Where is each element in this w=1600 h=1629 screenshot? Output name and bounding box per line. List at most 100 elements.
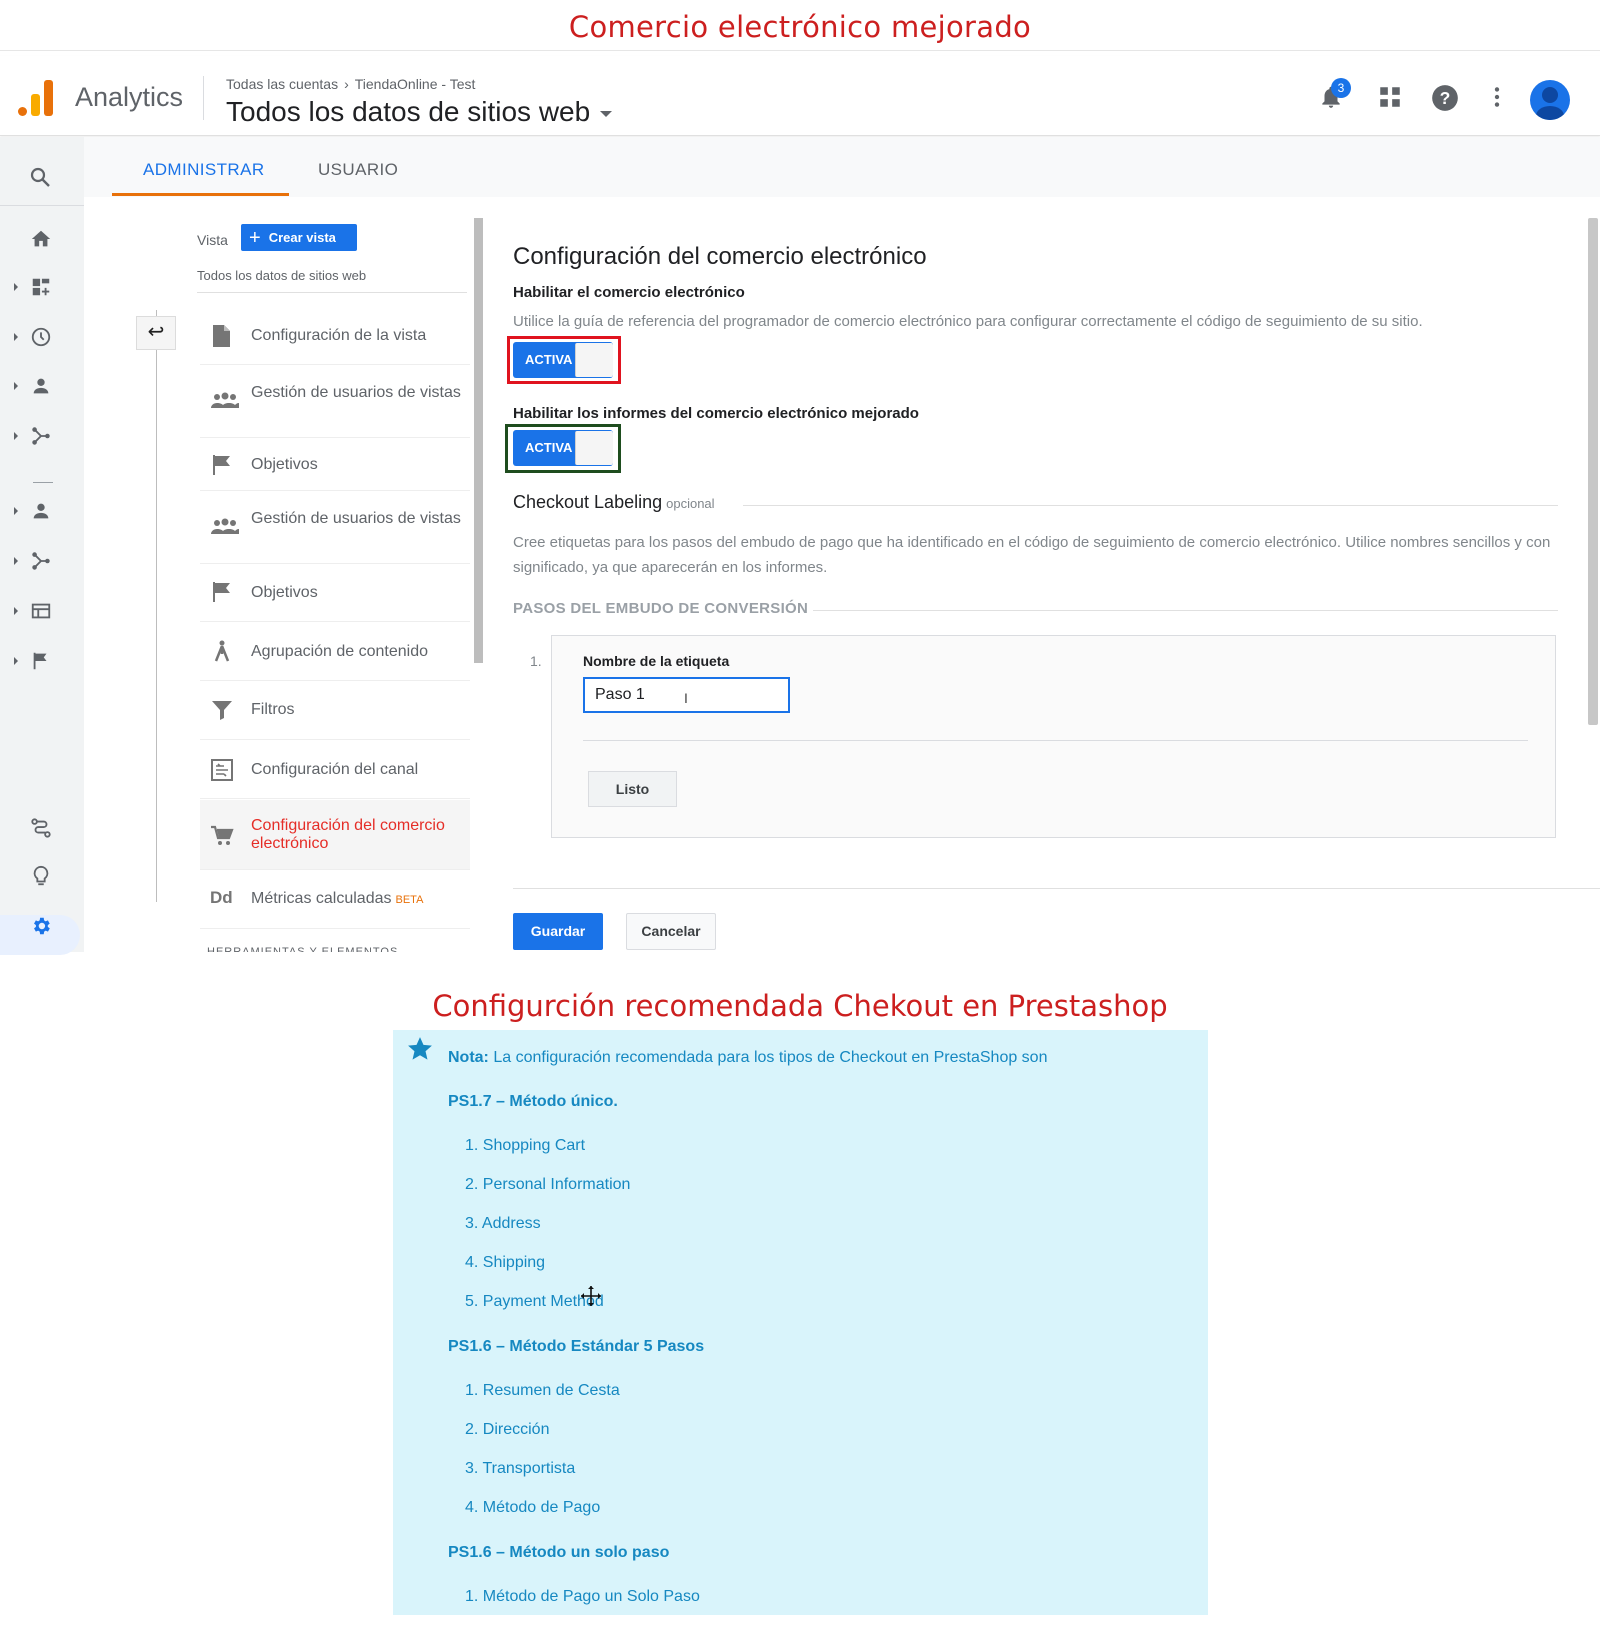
cart-icon [210, 824, 234, 848]
view-selector[interactable]: Todos los datos de sitios web [226, 96, 613, 128]
apps-grid-icon[interactable] [1377, 84, 1405, 112]
divider [197, 292, 467, 293]
list-item: 4. Shipping [465, 1254, 546, 1271]
section-tools-heading: HERRAMIENTAS Y ELEMENTOS [207, 946, 399, 952]
menu-item-goals[interactable]: Objetivos [200, 439, 470, 491]
nav-divider [0, 205, 84, 206]
text-cursor-icon: I [684, 690, 688, 706]
home-icon[interactable] [30, 228, 54, 252]
menu-item-view-settings[interactable]: Configuración de la vista [200, 307, 470, 365]
chevron-right-icon: › [344, 76, 349, 92]
menu-item-label: Métricas calculadas [251, 890, 392, 907]
menu-item-label-wrap: Métricas calculadas BETA [251, 890, 466, 909]
done-button[interactable]: Listo [588, 771, 677, 807]
expand-caret-icon[interactable] [14, 507, 18, 515]
customization-icon[interactable] [30, 276, 54, 300]
list-item: 3. Transportista [465, 1460, 576, 1477]
back-arrow-button[interactable]: ↩ [136, 316, 176, 350]
behavior-icon[interactable] [30, 600, 54, 624]
active-tab-indicator [112, 193, 289, 196]
section-title: PS1.6 – Método un solo paso [448, 1544, 670, 1561]
flag-icon [210, 453, 234, 477]
account-avatar[interactable] [1530, 80, 1570, 120]
svg-text:?: ? [1440, 88, 1451, 108]
menu-item-ecommerce-settings[interactable]: Configuración del comercio electrónico [200, 800, 470, 870]
discover-icon[interactable] [30, 865, 54, 889]
conversions-icon[interactable] [30, 650, 54, 674]
menu-item-content-grouping[interactable]: Agrupación de contenido [200, 623, 470, 681]
menu-item-label: Configuración del comercio electrónico [251, 817, 445, 852]
list-item: 3. Address [465, 1215, 541, 1232]
analytics-logo-icon [18, 80, 54, 116]
help-icon[interactable]: ? [1431, 84, 1459, 112]
analytics-header: Analytics Todas las cuentas › TiendaOnline… [0, 56, 1600, 136]
beta-badge: BETA [395, 894, 424, 906]
acquisition-icon[interactable] [30, 550, 54, 574]
expand-caret-icon[interactable] [14, 333, 18, 341]
users-icon [210, 390, 240, 414]
menu-item-goals[interactable]: Objetivos [200, 565, 470, 622]
menu-item-channel-settings[interactable]: Configuración del canal [200, 741, 470, 799]
view-name[interactable]: Todos los datos de sitios web [197, 268, 366, 283]
menu-item-label: Objetivos [251, 456, 318, 473]
view-column-scrollbar[interactable] [474, 218, 483, 663]
content-grouping-icon [210, 639, 234, 663]
notifications-icon[interactable]: 3 [1318, 78, 1351, 112]
list-item: 4. Método de Pago [465, 1499, 601, 1516]
realtime-icon[interactable] [30, 326, 54, 350]
audience-icon[interactable] [30, 500, 54, 524]
highlight-box-red [507, 336, 621, 384]
divider [513, 888, 1600, 889]
create-view-label: Crear vista [268, 230, 336, 245]
menu-item-filters[interactable]: Filtros [200, 682, 470, 740]
more-vert-icon[interactable] [1484, 84, 1512, 112]
section-title: PS1.6 – Método Estándar 5 Pasos [448, 1338, 705, 1355]
admin-gear-icon[interactable] [30, 915, 54, 939]
heading-prestashop-checkout: Configurción recomendada Chekout en Pres… [432, 989, 1168, 1023]
divider [813, 610, 1558, 611]
acquisition-icon[interactable] [30, 425, 54, 449]
menu-item-view-users[interactable]: Gestión de usuarios de vistas [200, 366, 470, 438]
checkout-description: Cree etiquetas para los pasos del embudo… [513, 534, 1551, 576]
heading-enhanced-ecommerce: Comercio electrónico mejorado [568, 10, 1032, 44]
flag-icon [210, 580, 234, 604]
breadcrumb-property[interactable]: TiendaOnline - Test [355, 76, 476, 92]
move-cursor-icon [580, 1285, 602, 1307]
step-number: 1. [530, 653, 542, 669]
menu-item-label: Filtros [251, 701, 295, 718]
menu-item-calculated-metrics[interactable]: Dd Métricas calculadas BETA [200, 871, 470, 929]
app-name: Analytics [75, 82, 184, 112]
menu-item-label: Configuración de la vista [251, 327, 427, 344]
attribution-icon[interactable] [30, 817, 54, 841]
menu-item-label: Gestión de usuarios de vistas [251, 384, 461, 401]
create-view-button[interactable]: + Crear vista [241, 224, 357, 251]
breadcrumb-account[interactable]: Todas las cuentas [226, 76, 338, 92]
expand-caret-icon[interactable] [14, 432, 18, 440]
tab-administrar[interactable]: ADMINISTRAR [143, 160, 265, 180]
expand-caret-icon[interactable] [14, 382, 18, 390]
prestashop-note-box: Nota: La configuración recomendada para … [393, 1030, 1208, 1615]
checkout-labeling-heading: Checkout Labeling opcional [513, 492, 715, 513]
menu-item-view-users[interactable]: Gestión de usuarios de vistas [200, 492, 470, 564]
checkout-title: Checkout Labeling [513, 492, 663, 512]
expand-caret-icon[interactable] [14, 283, 18, 291]
note-text: Nota: La configuración recomendada para … [448, 1049, 1047, 1067]
nav-divider [33, 482, 53, 483]
tab-usuario[interactable]: USUARIO [318, 160, 398, 180]
menu-item-label: Objetivos [251, 584, 318, 601]
star-icon [407, 1036, 433, 1062]
list-item: 1. Shopping Cart [465, 1137, 586, 1154]
save-button[interactable]: Guardar [513, 913, 603, 950]
expand-caret-icon[interactable] [14, 657, 18, 665]
expand-caret-icon[interactable] [14, 607, 18, 615]
main-scrollbar[interactable] [1588, 218, 1598, 725]
vista-label: Vista [197, 232, 228, 248]
cancel-button[interactable]: Cancelar [626, 913, 716, 950]
search-icon[interactable] [28, 165, 52, 189]
enhanced-ecommerce-label: Habilitar los informes del comercio elec… [513, 405, 919, 422]
document-icon [210, 324, 234, 348]
breadcrumb[interactable]: Todas las cuentas › TiendaOnline - Test [226, 76, 475, 92]
guide-text: Utilice la guía de referencia del progra… [513, 313, 1423, 330]
audience-icon[interactable] [30, 375, 54, 399]
expand-caret-icon[interactable] [14, 557, 18, 565]
